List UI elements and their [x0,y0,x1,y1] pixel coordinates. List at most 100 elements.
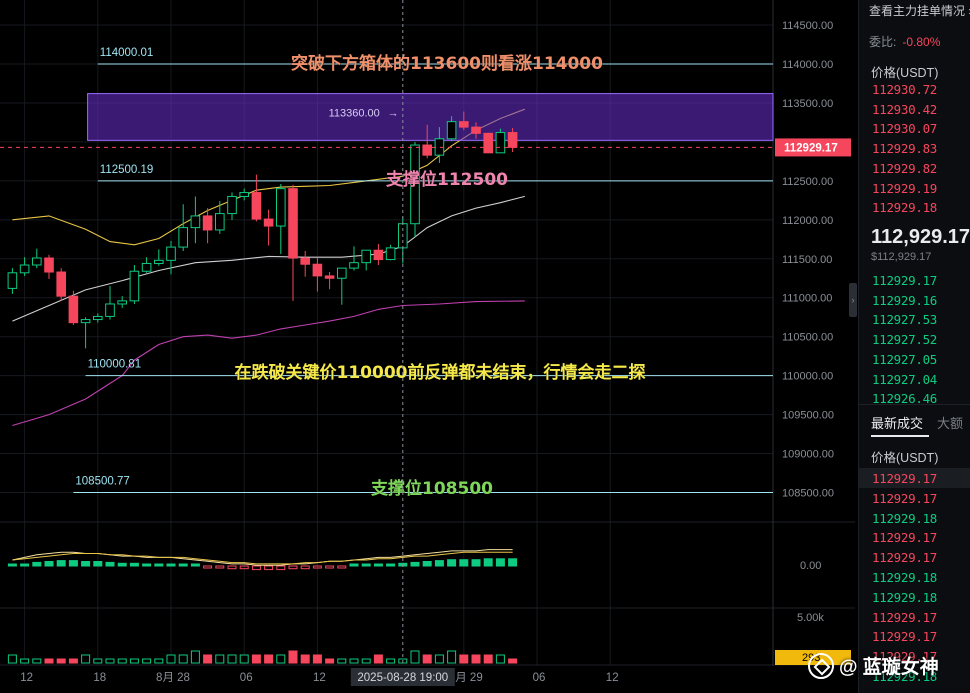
volume-bar [495,654,505,664]
oscillator-bar [264,565,274,571]
volume-bar [422,654,432,664]
ask-row[interactable]: 112929.18 [872,200,937,215]
mid-price-usd: $112,929.17 [871,251,932,263]
trade-row[interactable]: 112929.17 [872,530,937,545]
active-tab-indicator [871,435,929,437]
candle-body [44,257,54,273]
order-book-title[interactable]: 查看主力挂单情况 › [869,2,970,19]
x-tick-label: 18 [93,672,106,684]
annotation-text: 在跌破关键价110000前反弹都未结束，行情会走二探 [235,362,646,383]
panel-resize-handle[interactable]: › [849,283,857,317]
ask-row[interactable]: 112930.07 [872,121,937,136]
oscillator-bar [178,563,188,567]
trade-row[interactable]: 112929.17 [872,550,937,565]
trade-row[interactable]: 112929.17 [872,471,937,486]
volume-bar [7,654,17,664]
candle-body [56,271,67,297]
volume-bar [178,654,188,664]
trade-row[interactable]: 112929.17 [872,491,937,506]
volume-bar [276,654,286,664]
candle-body [276,188,286,227]
oscillator-bar [373,563,383,567]
candle-body [141,262,152,272]
trade-row[interactable]: 112929.18 [872,570,937,585]
oscillator-bar [434,560,444,567]
ask-row[interactable]: 112929.83 [872,141,937,156]
annotation-text: 突破下方箱体的113600则看涨114000 [291,53,603,74]
bid-row[interactable]: 112927.04 [872,372,937,387]
y-tick-label: 114000.00 [782,59,833,71]
bid-row[interactable]: 112929.16 [872,293,937,308]
volume-bar [264,654,274,664]
volume-bar [508,658,518,664]
level-label: 114000.01 [100,47,154,59]
bid-row[interactable]: 112927.52 [872,332,937,347]
tab-large-trades[interactable]: 大额 [937,416,963,431]
panel-divider [859,404,970,405]
candle-body [300,257,310,265]
trade-row[interactable]: 112929.18 [872,511,937,526]
volume-bar [386,658,396,664]
candle-body [32,257,42,266]
volume-axis-label: 5.00k [797,612,824,624]
oscillator-bar [410,561,420,567]
annotation-text: 支撑位112500 [386,169,508,190]
candle-body [471,126,481,134]
volume-bar [129,658,139,664]
volume-bar [337,658,347,664]
order-book-panel: 查看主力挂单情况 › 委比: -0.80% 价格(USDT) 112930.72 1… [858,0,970,693]
ask-row[interactable]: 112930.42 [872,102,937,117]
trade-row[interactable]: 112929.17 [872,610,937,625]
ask-row[interactable]: 112929.82 [872,161,937,176]
oscillator-bar [361,563,371,567]
volume-pane [7,650,518,664]
oscillator-bar [190,563,200,567]
price-levels[interactable]: 113360.00 → 114000.01 112500.19 110000.81 108… [73,47,774,494]
oscillator-bar [105,561,115,567]
trade-row[interactable]: 112929.17 [872,629,937,644]
candle-body [117,300,128,305]
price-chart[interactable]: 113360.00 → 114000.01 112500.19 110000.81 108… [0,0,970,693]
candle-body [202,215,213,231]
candle-body [68,295,79,324]
oscillator-bar [508,558,518,567]
tab-latest-trades[interactable]: 最新成交 [871,416,923,431]
oscillator-bar [300,565,310,570]
volume-bar [239,654,249,664]
oscillator-bar [81,561,91,567]
bid-row[interactable]: 112929.17 [872,273,937,288]
ratio-label: 委比: [869,35,897,49]
bid-row[interactable]: 112927.53 [872,312,937,327]
oscillator-bar [386,563,396,567]
bid-row[interactable]: 112927.05 [872,352,937,367]
y-tick-label: 111500.00 [782,254,832,266]
level-label: 112500.19 [100,164,154,176]
volume-bar [325,658,335,664]
candle-body [507,132,518,148]
candle-body [215,213,225,231]
annotation-text: 支撑位108500 [371,478,493,499]
ask-row[interactable]: 112929.19 [872,181,937,196]
oscillator-bar [154,563,164,567]
candle-body [373,249,384,261]
candle-body [495,132,506,154]
oscillator-bar [20,563,30,567]
candle-body [166,246,176,261]
x-tick-label: 12 [606,672,619,684]
oscillator-bar [56,560,66,567]
volume-bar [203,654,213,664]
candle-body [459,121,469,128]
volume-bar [215,654,225,664]
oscillator-bar [251,565,261,571]
candle-body [446,121,457,140]
ask-row[interactable]: 112930.72 [872,82,937,97]
volume-bar [105,658,115,664]
bid-ask-ratio: 委比: -0.80% [869,33,940,50]
trades-tabs[interactable]: 最新成交 大额 [871,413,963,432]
oscillator-axis-label: 0.00 [800,560,821,572]
volume-bar [32,658,42,664]
oscillator-bar [349,563,359,567]
candle-body [337,267,347,279]
trade-row[interactable]: 112929.18 [872,590,937,605]
candle-body [263,218,274,227]
